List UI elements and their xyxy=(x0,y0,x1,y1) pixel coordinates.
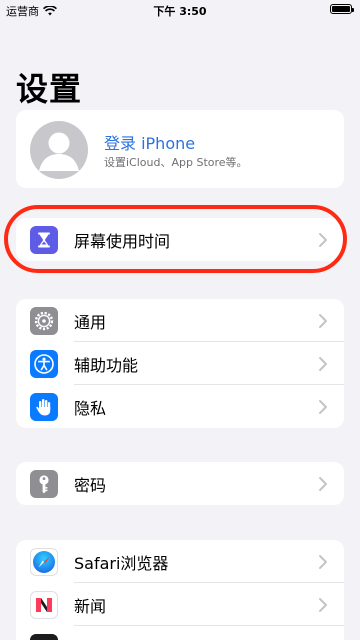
chevron-right-icon xyxy=(319,598,327,612)
passwords-label: 密码 xyxy=(74,475,107,495)
key-icon xyxy=(30,470,58,498)
battery-icon xyxy=(330,4,354,14)
accessibility-label: 辅助功能 xyxy=(74,355,139,375)
general-settings-group: 通用 辅助功能 隐私 xyxy=(16,299,344,428)
compass-icon xyxy=(30,548,58,576)
chevron-right-icon xyxy=(319,314,327,328)
avatar-icon xyxy=(30,121,88,179)
settings-row-news[interactable]: 新闻 xyxy=(16,583,344,626)
page-title: 设置 xyxy=(16,70,83,108)
safari-label: Safari浏览器 xyxy=(74,553,169,573)
status-time: 下午 3:50 xyxy=(153,5,207,18)
settings-screen: 运营商 下午 3:50 设置 登录 iPhone 设置iCloud、App St… xyxy=(0,0,360,640)
hand-icon xyxy=(30,393,58,421)
chevron-right-icon xyxy=(319,477,327,491)
app-icon-partial xyxy=(30,634,58,640)
passwords-group: 密码 xyxy=(16,462,344,505)
settings-row-partial[interactable] xyxy=(16,626,344,640)
settings-row-privacy[interactable]: 隐私 xyxy=(16,385,344,428)
settings-row-general[interactable]: 通用 xyxy=(16,299,344,342)
news-label: 新闻 xyxy=(74,596,107,616)
accessibility-icon xyxy=(30,350,58,378)
settings-row-accessibility[interactable]: 辅助功能 xyxy=(16,342,344,385)
profile-sign-in-row[interactable]: 登录 iPhone 设置iCloud、App Store等。 xyxy=(16,110,344,188)
profile-name: 登录 iPhone xyxy=(104,134,196,153)
profile-subtitle: 设置iCloud、App Store等。 xyxy=(104,156,248,169)
settings-row-safari[interactable]: Safari浏览器 xyxy=(16,540,344,583)
chevron-right-icon xyxy=(319,555,327,569)
settings-row-passwords[interactable]: 密码 xyxy=(16,462,344,505)
general-label: 通用 xyxy=(74,312,107,332)
chevron-right-icon xyxy=(319,400,327,414)
status-bar: 运营商 下午 3:50 xyxy=(0,0,360,20)
gear-icon xyxy=(30,307,58,335)
highlight-annotation xyxy=(4,205,347,273)
news-icon xyxy=(30,591,58,619)
apps-group: Safari浏览器 新闻 xyxy=(16,540,344,640)
privacy-label: 隐私 xyxy=(74,398,107,418)
chevron-right-icon xyxy=(319,357,327,371)
